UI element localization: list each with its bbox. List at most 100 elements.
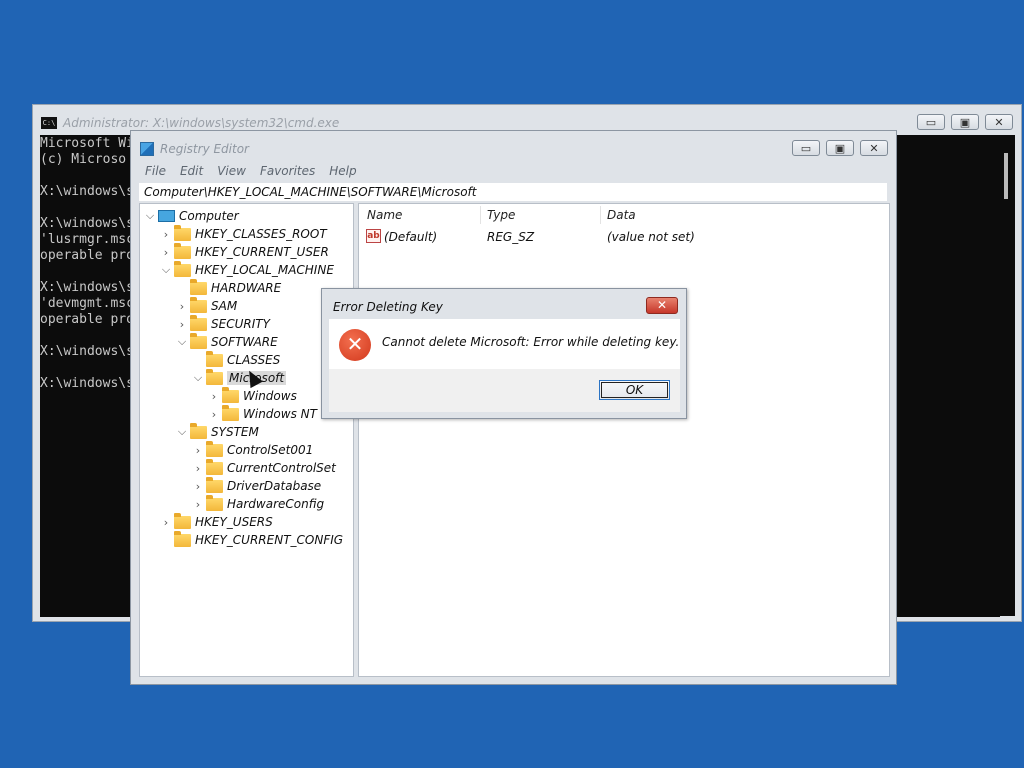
- tree-node[interactable]: › HKEY_CLASSES_ROOT: [160, 224, 327, 243]
- tree-node-label: Windows: [243, 389, 297, 403]
- menu-file[interactable]: File: [139, 164, 174, 178]
- tree-node[interactable]: › DriverDatabase: [192, 476, 322, 495]
- regedit-maximize-button[interactable]: ▣: [826, 140, 854, 156]
- column-divider[interactable]: [480, 206, 481, 224]
- tree-node-label: HardwareConfig: [227, 497, 325, 511]
- chevron-down-icon[interactable]: ⌵: [160, 263, 172, 277]
- tree-node[interactable]: › SECURITY: [176, 314, 270, 333]
- tree-node[interactable]: › ControlSet001: [192, 440, 313, 459]
- folder-icon: [206, 458, 223, 475]
- tree-node[interactable]: › SAM: [176, 296, 238, 315]
- tree-node-label: SAM: [211, 299, 238, 313]
- registry-editor-icon: [140, 142, 154, 156]
- ok-button[interactable]: OK: [599, 380, 670, 400]
- chevron-right-icon[interactable]: ›: [160, 516, 172, 529]
- chevron-down-icon[interactable]: ⌵: [192, 371, 204, 385]
- tree-node-label: HARDWARE: [211, 281, 282, 295]
- tree-node[interactable]: › Windows NT: [208, 404, 317, 423]
- chevron-right-icon[interactable]: ›: [160, 228, 172, 241]
- column-header-type[interactable]: Type: [487, 208, 515, 222]
- tree-node[interactable]: HKEY_CURRENT_CONFIG: [160, 530, 344, 549]
- value-type: REG_SZ: [487, 230, 535, 244]
- chevron-right-icon[interactable]: ›: [192, 462, 204, 475]
- tree-node-label: HKEY_CLASSES_ROOT: [195, 227, 327, 241]
- tree-node[interactable]: › Windows: [208, 386, 297, 405]
- menu-view[interactable]: View: [211, 164, 254, 178]
- tree-node[interactable]: CLASSES: [192, 350, 281, 369]
- chevron-right-icon[interactable]: ›: [208, 390, 220, 403]
- cmd-window-controls: ▭ ▣ ✕: [917, 114, 1013, 130]
- folder-icon: [174, 530, 191, 547]
- chevron-right-icon[interactable]: ›: [160, 246, 172, 259]
- regedit-title-bar[interactable]: Registry Editor: [140, 142, 249, 156]
- chevron-right-icon[interactable]: ›: [192, 480, 204, 493]
- console-scrollbar[interactable]: [999, 135, 1015, 616]
- cmd-title-bar[interactable]: C:\ Administrator: X:\windows\system32\c…: [41, 116, 339, 130]
- chevron-right-icon[interactable]: ›: [192, 444, 204, 457]
- tree-node-label: DriverDatabase: [227, 479, 322, 493]
- tree-node-label: CLASSES: [227, 353, 281, 367]
- dialog-footer: OK: [329, 369, 680, 412]
- tree-node[interactable]: › CurrentControlSet: [192, 458, 336, 477]
- menu-favorites[interactable]: Favorites: [254, 164, 323, 178]
- regedit-minimize-button[interactable]: ▭: [792, 140, 820, 156]
- folder-icon: [206, 476, 223, 493]
- folder-icon: [190, 332, 207, 349]
- folder-icon: [190, 296, 207, 313]
- tree-node-label: CurrentControlSet: [227, 461, 336, 475]
- tree-node[interactable]: ⌵ Computer: [144, 207, 239, 225]
- tree-node-label: Windows NT: [243, 407, 317, 421]
- folder-icon: [206, 368, 223, 385]
- menu-edit[interactable]: Edit: [174, 164, 211, 178]
- folder-icon: [190, 278, 207, 295]
- tree-node[interactable]: ⌵ HKEY_LOCAL_MACHINE: [160, 260, 334, 279]
- chevron-down-icon[interactable]: ⌵: [176, 425, 188, 439]
- folder-icon: [222, 386, 239, 403]
- value-name: (Default): [384, 230, 438, 244]
- dialog-close-button[interactable]: ✕: [646, 297, 678, 314]
- chevron-right-icon[interactable]: ›: [176, 318, 188, 331]
- tree-node-label: Computer: [179, 209, 239, 223]
- chevron-down-icon[interactable]: ⌵: [176, 335, 188, 349]
- cmd-minimize-button[interactable]: ▭: [917, 114, 945, 130]
- value-data: (value not set): [607, 230, 695, 244]
- folder-icon: [174, 224, 191, 241]
- error-message: Cannot delete Microsoft: Error while del…: [382, 335, 680, 349]
- tree-node-label: HKEY_LOCAL_MACHINE: [195, 263, 334, 277]
- error-icon: ✕: [339, 329, 371, 361]
- chevron-right-icon[interactable]: ›: [192, 498, 204, 511]
- menu-bar: File Edit View Favorites Help: [139, 164, 365, 178]
- tree-node[interactable]: ⌵ SYSTEM: [176, 422, 259, 441]
- tree-node[interactable]: ⌵ SOFTWARE: [176, 332, 278, 351]
- values-pane[interactable]: Name Type Data ab (Default) REG_SZ (valu…: [358, 203, 890, 677]
- address-bar[interactable]: Computer\HKEY_LOCAL_MACHINE\SOFTWARE\Mic…: [139, 183, 887, 201]
- folder-icon: [174, 242, 191, 259]
- value-row[interactable]: ab (Default) REG_SZ (value not set): [359, 228, 889, 246]
- tree-node[interactable]: ⌵ Microsoft: [192, 368, 287, 387]
- menu-help[interactable]: Help: [323, 164, 364, 178]
- error-dialog[interactable]: Error Deleting Key ✕ ✕ Cannot delete Mic…: [321, 288, 687, 419]
- cmd-maximize-button[interactable]: ▣: [951, 114, 979, 130]
- column-header-data[interactable]: Data: [607, 208, 636, 222]
- console-scrollbar-thumb[interactable]: [1004, 153, 1008, 199]
- tree-node-label: HKEY_CURRENT_CONFIG: [195, 533, 344, 547]
- dialog-title: Error Deleting Key: [333, 300, 443, 314]
- registry-tree[interactable]: ⌵ Computer › HKEY_CLASSES_ROOT › HKEY_CURRENT…: [139, 203, 354, 677]
- tree-node-label: HKEY_USERS: [195, 515, 273, 529]
- chevron-down-icon[interactable]: ⌵: [144, 209, 156, 223]
- folder-icon: [190, 314, 207, 331]
- chevron-right-icon[interactable]: ›: [208, 408, 220, 421]
- folder-icon: [174, 260, 191, 277]
- regedit-close-button[interactable]: ✕: [860, 140, 888, 156]
- cmd-close-button[interactable]: ✕: [985, 114, 1013, 130]
- tree-node-label: SECURITY: [211, 317, 270, 331]
- chevron-right-icon[interactable]: ›: [176, 300, 188, 313]
- cmd-icon: C:\: [41, 117, 57, 129]
- tree-node[interactable]: HARDWARE: [176, 278, 282, 297]
- tree-node[interactable]: › HardwareConfig: [192, 494, 325, 513]
- tree-node[interactable]: › HKEY_USERS: [160, 512, 273, 531]
- column-header-name[interactable]: Name: [367, 208, 402, 222]
- tree-node[interactable]: › HKEY_CURRENT_USER: [160, 242, 329, 261]
- tree-node-label: HKEY_CURRENT_USER: [195, 245, 329, 259]
- column-divider[interactable]: [600, 206, 601, 224]
